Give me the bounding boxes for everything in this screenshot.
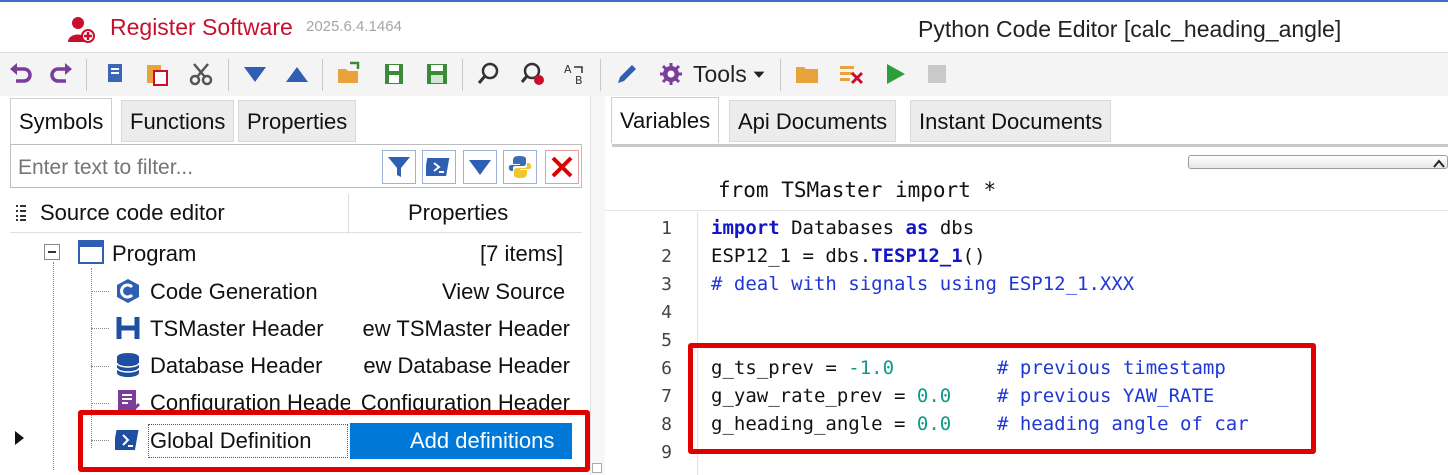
code-line-3[interactable]: # deal with signals using ESP12_1.XXX [711, 273, 1134, 295]
highlight-box-code [688, 343, 1316, 454]
line-number: 9 [661, 442, 672, 463]
database-icon [115, 352, 141, 378]
column-source-code-editor[interactable]: Source code editor [40, 200, 225, 226]
database-header-value[interactable]: ew Database Header [352, 353, 570, 379]
window-title: Python Code Editor [calc_heading_angle] [918, 16, 1342, 42]
line-number: 7 [661, 386, 672, 407]
header-import-line: from TSMaster import * [718, 178, 997, 202]
find-icon[interactable] [474, 59, 504, 89]
program-item-count: [7 items] [480, 241, 564, 266]
highlight-box-left [78, 410, 590, 472]
cut-icon[interactable] [186, 59, 216, 89]
line-number: 8 [661, 414, 672, 435]
stop-icon[interactable] [922, 59, 952, 89]
chevron-up-icon[interactable] [1432, 156, 1446, 168]
column-menu-icon[interactable] [14, 204, 28, 222]
tree-item-database-header[interactable]: Database Header [150, 353, 346, 379]
save-as-icon[interactable] [380, 59, 410, 89]
code-line-2[interactable]: ESP12_1 = dbs.TESP12_1() [711, 245, 986, 267]
python-console-icon[interactable] [422, 150, 456, 184]
line-number: 6 [661, 358, 672, 379]
python-logo-icon[interactable] [503, 150, 537, 184]
line-number: 3 [661, 274, 672, 295]
folder-icon[interactable] [792, 59, 822, 89]
tab-api-documents[interactable]: Api Documents [729, 100, 897, 142]
tab-underline [612, 144, 1448, 147]
line-number: 1 [661, 218, 672, 239]
panel-splitter[interactable] [590, 96, 605, 475]
gear-icon[interactable] [656, 59, 686, 89]
toolbar: AB Tools [0, 52, 1448, 98]
replace-text-icon[interactable]: AB [560, 59, 590, 89]
collapse-down-icon[interactable] [463, 150, 497, 184]
move-up-icon[interactable] [282, 59, 312, 89]
register-software-link[interactable]: Register Software [110, 14, 293, 41]
edit-pencil-icon[interactable] [612, 59, 642, 89]
header-h-icon [115, 315, 141, 341]
collapse-toggle-icon[interactable] [44, 244, 60, 260]
redo-icon[interactable] [46, 59, 76, 89]
run-icon[interactable] [880, 59, 910, 89]
column-properties[interactable]: Properties [408, 200, 508, 226]
tab-variables[interactable]: Variables [611, 97, 720, 143]
line-number: 4 [661, 302, 672, 323]
line-number: 5 [661, 330, 672, 351]
code-line-1[interactable]: import Databases as dbs [711, 217, 974, 239]
move-down-icon[interactable] [240, 59, 270, 89]
tab-functions[interactable]: Functions [121, 100, 235, 142]
header-separator [605, 210, 1448, 211]
chevron-down-icon[interactable] [750, 59, 768, 89]
register-user-icon[interactable] [66, 14, 96, 44]
title-bar: Register Software 2025.6.4.1464 Python C… [0, 0, 1448, 52]
version-label: 2025.6.4.1464 [306, 18, 402, 35]
save-icon[interactable] [422, 59, 452, 89]
tab-instant-documents[interactable]: Instant Documents [910, 100, 1112, 142]
tree-item-code-generation[interactable]: Code Generation [150, 279, 318, 305]
collapse-strip[interactable] [1188, 155, 1448, 169]
line-number: 2 [661, 246, 672, 267]
splitter-handle[interactable] [592, 463, 602, 473]
svg-text:A: A [564, 63, 572, 76]
filter-icon[interactable] [382, 150, 416, 184]
find-replace-icon[interactable] [518, 59, 548, 89]
tsmaster-header-value[interactable]: ew TSMaster Header [352, 316, 570, 342]
clear-icon[interactable] [836, 59, 866, 89]
code-generation-icon [115, 278, 141, 304]
svg-text:B: B [575, 74, 583, 87]
program-window-icon [78, 239, 104, 265]
tools-menu[interactable]: Tools [693, 61, 747, 88]
code-generation-value[interactable]: View Source [442, 279, 565, 305]
tab-symbols[interactable]: Symbols [10, 98, 113, 144]
paste-icon[interactable] [142, 59, 172, 89]
clear-filter-icon[interactable] [545, 150, 579, 184]
filter-input[interactable] [16, 152, 370, 184]
tab-properties[interactable]: Properties [238, 100, 357, 142]
copy-icon[interactable] [100, 59, 130, 89]
open-folder-icon[interactable] [334, 59, 364, 89]
tree-item-tsmaster-header[interactable]: TSMaster Header [150, 316, 346, 342]
current-row-indicator-icon [15, 431, 24, 445]
undo-icon[interactable] [6, 59, 36, 89]
tree-item-program[interactable]: Program [112, 241, 196, 267]
